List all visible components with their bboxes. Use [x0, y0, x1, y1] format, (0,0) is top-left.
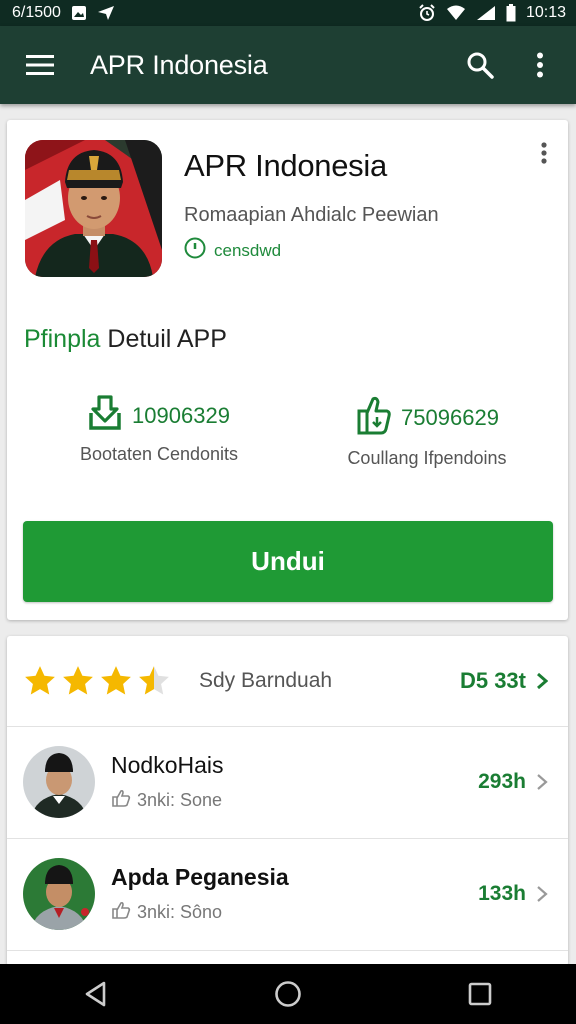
app-developer[interactable]: Romaapian Ahdialc Peewian [184, 204, 439, 227]
stat-contributors-value: 75096629 [401, 404, 499, 430]
home-icon[interactable] [258, 964, 318, 1024]
star-half-icon [139, 666, 169, 695]
avatar [23, 858, 95, 930]
status-bar: 6/1500 10:13 [0, 0, 576, 26]
app-bar: APR Indonesia [0, 26, 576, 104]
image-icon [71, 5, 87, 21]
rating-row[interactable]: Sdy Barnduah D5 33t [7, 636, 568, 727]
signal-icon [476, 5, 496, 21]
status-time: 10:13 [525, 4, 566, 21]
install-button[interactable]: Undui [23, 521, 553, 602]
location-icon [97, 5, 115, 21]
section-title-accent: Pfinpla [24, 325, 101, 353]
thumb-icon [111, 901, 131, 924]
section-title: Pfinpla Detuil APP [24, 325, 227, 354]
review-name: Apda Peganesia [111, 864, 289, 890]
stat-downloads-value: 10906329 [132, 402, 230, 428]
review-meta-text: 3nki: Sone [137, 790, 223, 810]
review-item[interactable]: NodkoHais 3nki: Sone 293h [7, 726, 568, 839]
verified-icon [184, 237, 206, 264]
status-bar-left: 6/1500 [12, 4, 115, 22]
review-meta: 3nki: Sone [111, 789, 478, 812]
battery-icon [506, 4, 516, 22]
review-meta: 3nki: Sôno [111, 901, 478, 924]
wifi-icon [446, 5, 466, 21]
review-body: Apda Peganesia 3nki: Sôno [111, 864, 478, 924]
card-more-icon[interactable] [534, 140, 554, 166]
chevron-right-icon [532, 671, 552, 691]
back-icon[interactable] [66, 964, 126, 1024]
star-full-icon [25, 666, 55, 695]
chevron-right-icon [532, 884, 552, 904]
stat-downloads-label: Bootaten Cendonits [79, 444, 239, 464]
status-bar-right: 10:13 [418, 4, 566, 22]
thumb-icon [111, 789, 131, 812]
review-body: NodkoHais 3nki: Sone [111, 752, 478, 812]
recents-icon[interactable] [450, 964, 510, 1024]
status-left-text: 6/1500 [12, 4, 61, 21]
app-name: APR Indonesia [184, 148, 387, 183]
thumb-download-icon [355, 395, 391, 440]
review-item[interactable]: Apda Peganesia 3nki: Sôno 133h [7, 838, 568, 951]
review-meta-text: 3nki: Sôno [137, 902, 223, 922]
search-icon[interactable] [458, 43, 502, 87]
stat-downloads-top: 10906329 [39, 395, 279, 436]
avatar [23, 746, 95, 818]
star-full-icon [63, 666, 93, 695]
download-icon [88, 395, 122, 436]
review-count: 133h [478, 882, 526, 905]
stat-contributors-label: Coullang Ifpendoins [347, 448, 507, 468]
app-icon[interactable] [25, 140, 162, 277]
menu-icon[interactable] [20, 45, 60, 85]
nav-bar [0, 964, 576, 1024]
app-details-card: APR Indonesia Romaapian Ahdialc Peewian … [7, 120, 568, 620]
review-name: NodkoHais [111, 752, 224, 778]
chevron-right-icon [532, 772, 552, 792]
app-badge-label: censdwd [214, 240, 282, 260]
stat-contributors-top: 75096629 [307, 395, 547, 440]
more-vert-icon[interactable] [518, 43, 562, 87]
rating-label: Sdy Barnduah [199, 669, 333, 692]
stat-contributors: 75096629 Coullang Ifpendoins [307, 395, 547, 469]
reviews-card: Sdy Barnduah D5 33t NodkoHais 3nki: Sone [7, 636, 568, 966]
rating-stars [23, 664, 171, 698]
alarm-icon [418, 4, 436, 22]
review-count: 293h [478, 770, 526, 793]
app-badge: censdwd [184, 237, 281, 264]
star-full-icon [101, 666, 131, 695]
app-bar-title: APR Indonesia [90, 49, 268, 80]
section-title-rest: Detuil APP [100, 325, 227, 353]
rating-count: D5 33t [459, 668, 526, 693]
stat-downloads: 10906329 Bootaten Cendonits [39, 395, 279, 465]
